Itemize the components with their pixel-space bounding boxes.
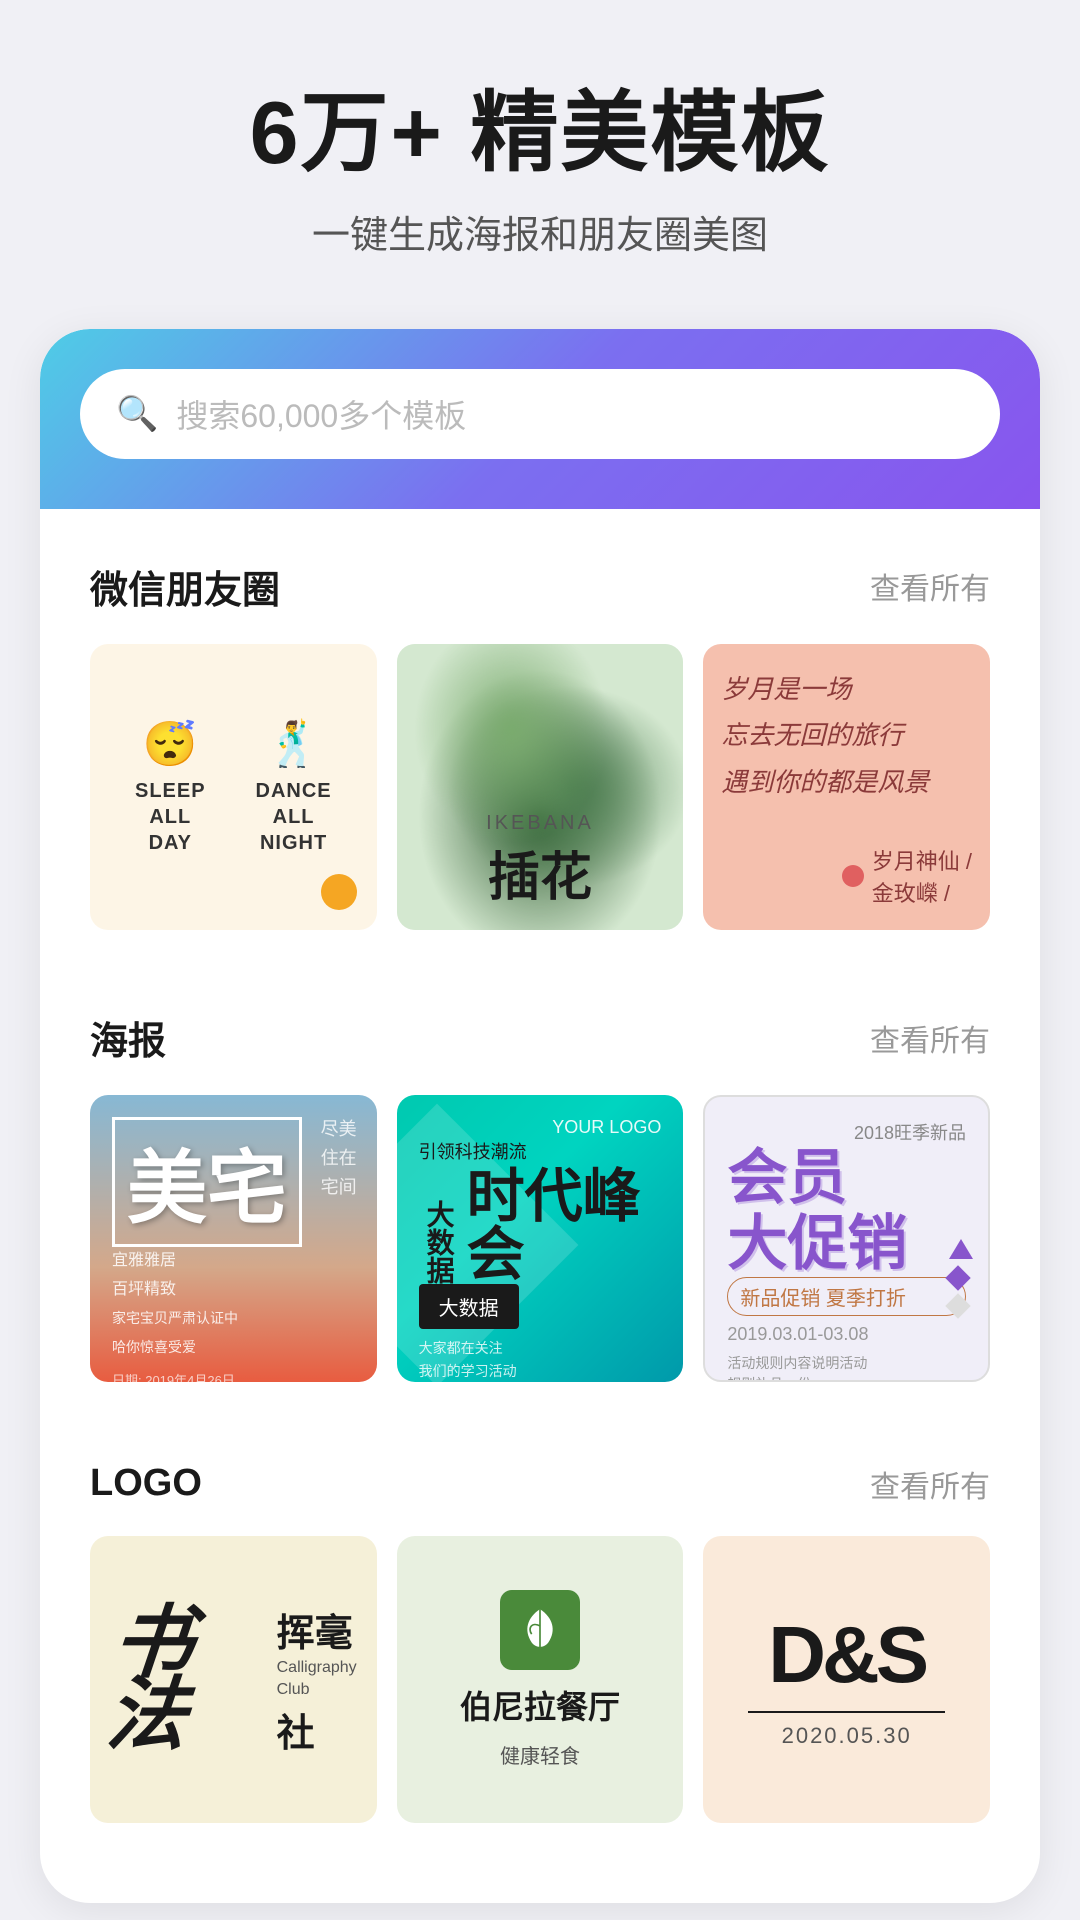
wechat-card-sleep-dance[interactable]: 😴 SLEEPALLDAY 🕺 DANCEALLNIGHT: [90, 644, 377, 931]
poster-title: 海报: [90, 1010, 166, 1065]
wechat-card-ikebana[interactable]: IKEBANA 插花: [397, 644, 684, 931]
logo-card-restaurant[interactable]: 伯尼拉餐厅 健康轻食: [397, 1536, 684, 1823]
logo-card-ds[interactable]: D&S 2020.05.30: [703, 1536, 990, 1823]
poster-card-meizhai[interactable]: 美宅 尽美住在宅间 宜雅雅居百坪精致 家宅宝贝严肃认证中哈你惊喜受爱 日期: 2…: [90, 1095, 377, 1382]
logo-grid: 书法 挥毫 CalligraphyClub 社: [90, 1536, 990, 1823]
poster-viewall[interactable]: 查看所有: [870, 1016, 990, 1060]
poster2-desc: 大家都在关注我们的学习活动www.reallygoodsite.com: [419, 1337, 662, 1382]
poster-card-huiyuan[interactable]: 2018旺季新品 会员大促销 新品促销 夏季打折 2019.03.01-03.0…: [703, 1095, 990, 1382]
search-placeholder: 搜索60,000多个模板: [176, 391, 466, 437]
logo-viewall[interactable]: 查看所有: [870, 1462, 990, 1506]
poster3-decorators: [949, 1239, 973, 1315]
logo1-huimao: 挥毫: [277, 1602, 353, 1657]
dance-emoji: 🕺: [266, 718, 321, 770]
tag-circle: [321, 874, 357, 910]
sleep-emoji: 😴: [143, 718, 198, 770]
search-bar[interactable]: 🔍 搜索60,000多个模板: [80, 369, 1000, 459]
wechat-header: 微信朋友圈 查看所有: [90, 559, 990, 614]
poster2-bigdata: 大数据: [419, 1200, 459, 1284]
logo1-she: 社: [277, 1702, 315, 1757]
decor-diamond: [945, 1265, 970, 1290]
logo3-main: D&S: [768, 1609, 925, 1701]
logo1-shufa: 书法: [104, 1607, 275, 1751]
poster2-yourlogo: YOUR LOGO: [419, 1117, 662, 1138]
logo2-sub: 健康轻食: [500, 1740, 580, 1769]
pink-dot: [842, 865, 864, 887]
hero-section: 6万+ 精美模板 一键生成海报和朋友圈美图: [0, 0, 1080, 299]
hero-subtitle: 一键生成海报和朋友圈美图: [60, 204, 1020, 259]
pink-footer-text: 岁月神仙 /金玫嶸 /: [872, 844, 972, 908]
decor-triangle: [949, 1239, 973, 1259]
logo3-date: 2020.05.30: [782, 1723, 912, 1749]
poster3-subtitle: 新品促销 夏季打折: [727, 1277, 966, 1316]
poster1-date: 日期: 2019年4月26日: [112, 1370, 355, 1381]
logo1-en: CalligraphyClub: [277, 1657, 357, 1702]
logo-section: LOGO 查看所有 书法 挥毫 CalligraphyClub 社: [40, 1412, 1040, 1853]
wechat-grid: 😴 SLEEPALLDAY 🕺 DANCEALLNIGHT IKEBANA 插花: [90, 644, 990, 931]
logo2-leaf-icon: [515, 1605, 565, 1655]
poster-section: 海报 查看所有 美宅 尽美住在宅间 宜雅雅居百坪精致 家宅宝贝严肃认证中哈你惊喜…: [40, 960, 1040, 1412]
poster2-top: 引领科技潮流: [419, 1138, 662, 1164]
wechat-viewall[interactable]: 查看所有: [870, 564, 990, 608]
wechat-card-pink[interactable]: 岁月是一场 忘去无回的旅行 遇到你的都是风景 岁月神仙 /金玫嶸 /: [703, 644, 990, 931]
sleep-text: SLEEPALLDAY: [135, 778, 206, 856]
ikebana-en: IKEBANA: [486, 812, 594, 835]
poster2-btn: 大数据: [419, 1284, 519, 1329]
ikebana-cn: 插花: [486, 835, 594, 910]
pink-poem: 岁月是一场 忘去无回的旅行 遇到你的都是风景: [721, 666, 972, 806]
poster3-tag: 2018旺季新品: [727, 1119, 966, 1145]
logo-title: LOGO: [90, 1462, 202, 1505]
poster-header: 海报 查看所有: [90, 1010, 990, 1065]
poster3-date1: 2019.03.01-03.08: [727, 1324, 966, 1345]
app-header: 🔍 搜索60,000多个模板: [40, 329, 1040, 509]
app-card: 🔍 搜索60,000多个模板 微信朋友圈 查看所有 😴 SLEEPALLDAY …: [40, 329, 1040, 1903]
poster3-info: 活动规则内容说明活动规则礼品一份: [727, 1353, 966, 1382]
poster-card-shidai[interactable]: YOUR LOGO 引领科技潮流 大数据 时代峰会 大数据 大家都在关注我们的学…: [397, 1095, 684, 1382]
hero-title: 6万+ 精美模板: [60, 80, 1020, 186]
poster3-title: 会员大促销: [727, 1145, 966, 1277]
logo3-divider: [748, 1711, 945, 1713]
wechat-section: 微信朋友圈 查看所有 😴 SLEEPALLDAY 🕺 DANCEALLNIGHT: [40, 509, 1040, 961]
decor-diamond2: [945, 1293, 970, 1318]
poster1-main: 美宅: [112, 1117, 302, 1247]
search-icon: 🔍: [116, 394, 158, 434]
logo-header: LOGO 查看所有: [90, 1462, 990, 1506]
dance-text: DANCEALLNIGHT: [256, 778, 332, 856]
poster2-main: 时代峰会: [467, 1168, 662, 1284]
poster1-desc: 宜雅雅居百坪精致 家宅宝贝严肃认证中哈你惊喜受爱: [112, 1247, 355, 1362]
wechat-title: 微信朋友圈: [90, 559, 280, 614]
poster-grid: 美宅 尽美住在宅间 宜雅雅居百坪精致 家宅宝贝严肃认证中哈你惊喜受爱 日期: 2…: [90, 1095, 990, 1382]
poster1-side: 尽美住在宅间: [321, 1115, 357, 1201]
logo-card-calligraphy[interactable]: 书法 挥毫 CalligraphyClub 社: [90, 1536, 377, 1823]
logo2-name: 伯尼拉餐厅: [460, 1682, 620, 1728]
logo2-icon-wrap: [500, 1590, 580, 1670]
